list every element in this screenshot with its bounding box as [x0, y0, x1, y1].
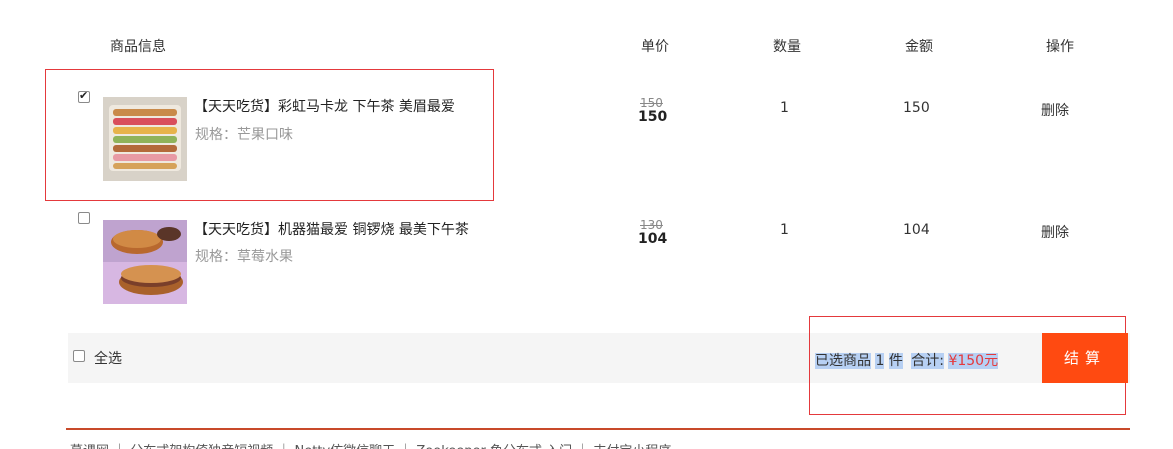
total-label: 合计: [911, 353, 944, 369]
selected-prefix: 已选商品 [815, 353, 871, 369]
item-quantity[interactable]: 1 [780, 100, 789, 116]
item-checkbox[interactable] [78, 89, 90, 103]
item-amount: 104 [903, 222, 930, 238]
unit-price: 150 [638, 109, 668, 125]
item-spec: 规格：芒果口味 [195, 127, 293, 143]
original-price: 150 [640, 96, 663, 110]
unit-price: 104 [638, 231, 668, 247]
delete-link[interactable]: 删除 [1041, 222, 1069, 242]
footer-divider [66, 428, 1130, 430]
product-image-dorayaki[interactable] [103, 220, 187, 304]
checkout-button[interactable]: 结算 [1042, 333, 1128, 383]
item-title[interactable]: 【天天吃货】彩虹马卡龙 下午茶 美眉最爱 [194, 96, 455, 116]
header-operation: 操作 [1046, 39, 1074, 55]
selected-summary: 已选商品 1 件 合计: ¥150元 [815, 350, 999, 370]
dorayaki-picture-icon [103, 220, 187, 304]
select-all-checkbox[interactable] [73, 350, 85, 362]
item-quantity[interactable]: 1 [780, 222, 789, 238]
header-amount: 金额 [905, 39, 933, 55]
product-image-macaron[interactable] [103, 97, 187, 181]
selected-unit: 件 [888, 353, 903, 369]
footer-links[interactable]: 慕课网 ｜ 分布式架构倚独音短视频 ｜ Netty仿微信聊天 ｜ Zookeep… [70, 440, 671, 449]
select-all-label[interactable]: 全选 [94, 348, 122, 368]
original-price: 130 [640, 218, 663, 232]
delete-link[interactable]: 删除 [1041, 100, 1069, 120]
header-unit-price: 单价 [641, 39, 669, 55]
header-quantity: 数量 [773, 39, 801, 55]
item-spec: 规格：草莓水果 [195, 249, 293, 265]
header-product-info: 商品信息 [110, 39, 166, 55]
item-checkbox[interactable] [78, 212, 90, 224]
selected-count: 1 [875, 353, 885, 369]
item-amount: 150 [903, 100, 930, 116]
item-title[interactable]: 【天天吃货】机器猫最爱 铜锣烧 最美下午茶 [194, 219, 469, 239]
total-value: ¥150元 [948, 353, 999, 369]
macaron-picture-icon [103, 97, 187, 181]
